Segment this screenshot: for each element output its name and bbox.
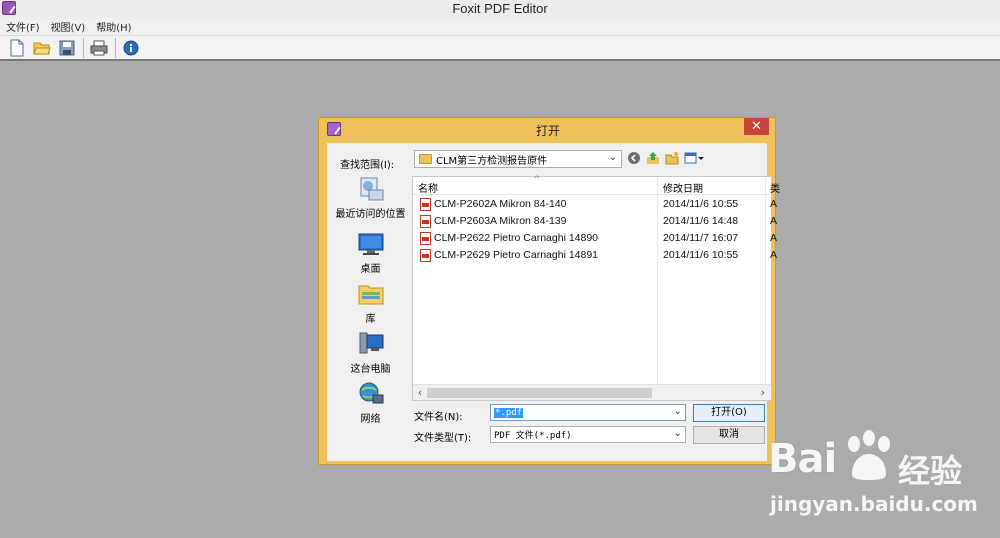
column-type-header[interactable]: 类 [770, 180, 780, 195]
file-row[interactable]: CLM-P2629 Pietro Carnaghi 14891 2014/11/… [413, 247, 777, 264]
print-button[interactable] [88, 37, 110, 59]
dialog-close-button[interactable]: ✕ [744, 118, 769, 135]
file-type: A [770, 249, 778, 261]
recent-places-icon [357, 176, 385, 202]
place-recent[interactable]: 最近访问的位置 [334, 176, 407, 220]
menu-view[interactable]: 视图(V) [51, 19, 86, 34]
watermark-url: jingyan.baidu.com [770, 492, 978, 516]
up-folder-button[interactable] [645, 150, 661, 166]
place-network[interactable]: 网络 [334, 381, 407, 425]
new-folder-icon [665, 152, 679, 165]
print-icon [90, 40, 108, 55]
open-button[interactable]: 打开(O) [693, 404, 765, 422]
network-icon [357, 381, 385, 407]
menu-help[interactable]: 帮助(H) [96, 19, 131, 34]
save-button[interactable] [56, 37, 78, 59]
file-name: CLM-P2602A Mikron 84-140 [434, 198, 567, 210]
open-file-dialog: 打开 ✕ 查找范围(I): CLM第三方检测报告原件 ⌄ 最近访问的位置 桌面 … [318, 117, 780, 465]
baidu-jingyan-watermark: Bai 经验 jingyan.baidu.com [768, 428, 990, 523]
info-button[interactable] [120, 37, 142, 59]
scroll-left-icon[interactable]: ‹ [414, 386, 426, 399]
watermark-brand-cn: 经验 [898, 452, 963, 490]
dialog-body: 查找范围(I): CLM第三方检测报告原件 ⌄ 最近访问的位置 桌面 库 这台电… [327, 143, 780, 461]
pdf-file-icon [420, 232, 431, 245]
lookin-label: 查找范围(I): [340, 160, 395, 171]
toolbar-separator [83, 37, 84, 58]
filename-label: 文件名(N): [414, 412, 463, 423]
pdf-file-icon [420, 198, 431, 211]
file-type: A [770, 232, 778, 244]
toolbar-separator [115, 37, 116, 58]
chevron-down-icon: ⌄ [608, 152, 617, 163]
pdf-file-icon [420, 215, 431, 228]
info-icon [123, 40, 139, 55]
place-this-pc[interactable]: 这台电脑 [334, 331, 407, 375]
up-folder-icon [647, 152, 659, 164]
menubar: 文件(F) 视图(V) 帮助(H) [0, 18, 1000, 35]
file-date: 2014/11/7 16:07 [663, 232, 739, 244]
column-header-row: ^ 名称 修改日期 类 [413, 175, 780, 195]
file-type: A [770, 215, 778, 227]
scrollbar-thumb[interactable] [427, 388, 652, 398]
filetype-dropdown[interactable]: PDF 文件(*.pdf) ⌄ [490, 426, 686, 443]
column-date-header[interactable]: 修改日期 [663, 180, 703, 195]
open-button[interactable] [31, 37, 53, 59]
dialog-title: 打开 [535, 124, 560, 138]
chevron-down-icon[interactable]: ⌄ [674, 406, 682, 417]
file-row[interactable]: CLM-P2602A Mikron 84-140 2014/11/6 10:55… [413, 196, 777, 213]
filetype-label: 文件类型(T): [414, 433, 472, 444]
menu-file[interactable]: 文件(F) [6, 19, 40, 34]
horizontal-scrollbar[interactable]: ‹ › [413, 384, 771, 400]
place-label: 最近访问的位置 [335, 209, 406, 220]
lookin-value: CLM第三方检测报告原件 [436, 155, 548, 167]
folder-icon [419, 154, 432, 164]
place-libraries[interactable]: 库 [334, 281, 407, 325]
file-name: CLM-P2603A Mikron 84-139 [434, 215, 567, 227]
chevron-down-icon: ⌄ [673, 428, 682, 439]
scroll-right-icon[interactable]: › [757, 386, 769, 399]
place-desktop[interactable]: 桌面 [334, 231, 407, 275]
place-label: 这台电脑 [350, 364, 391, 375]
place-label: 库 [365, 314, 376, 325]
file-row[interactable]: CLM-P2622 Pietro Carnaghi 14890 2014/11/… [413, 230, 777, 247]
libraries-icon [357, 281, 385, 307]
watermark-brand: Bai [768, 436, 837, 482]
back-button[interactable] [626, 150, 642, 166]
open-folder-icon [33, 42, 51, 54]
filetype-value: PDF 文件(*.pdf) [494, 431, 572, 441]
toolbar [0, 35, 1000, 61]
column-name-header[interactable]: 名称 [418, 180, 438, 195]
new-folder-button[interactable] [664, 150, 680, 166]
sort-ascending-icon: ^ [533, 175, 541, 185]
file-type: A [770, 198, 778, 210]
this-pc-icon [357, 331, 385, 357]
save-icon [59, 40, 75, 55]
filename-value: *.pdf [494, 407, 524, 418]
place-label: 网络 [360, 414, 381, 425]
cancel-button[interactable]: 取消 [693, 426, 765, 444]
file-list[interactable]: ^ 名称 修改日期 类 CLM-P2602A Mikron 84-140 201… [412, 175, 780, 401]
file-name: CLM-P2622 Pietro Carnaghi 14890 [434, 232, 599, 244]
new-document-icon [10, 39, 24, 56]
view-menu-button[interactable] [683, 150, 705, 166]
place-label: 桌面 [360, 264, 381, 275]
file-name: CLM-P2629 Pietro Carnaghi 14891 [434, 249, 599, 261]
filename-input[interactable]: *.pdf ⌄ [490, 404, 686, 421]
new-document-button[interactable] [6, 37, 28, 59]
file-date: 2014/11/6 14:48 [663, 215, 739, 227]
back-arrow-icon [628, 152, 640, 164]
file-date: 2014/11/6 10:55 [663, 198, 739, 210]
app-title: Foxit PDF Editor [452, 1, 548, 16]
app-titlebar: Foxit PDF Editor [0, 0, 1000, 18]
file-date: 2014/11/6 10:55 [663, 249, 739, 261]
file-row[interactable]: CLM-P2603A Mikron 84-139 2014/11/6 14:48… [413, 213, 777, 230]
pdf-file-icon [420, 249, 431, 262]
places-bar: 最近访问的位置 桌面 库 这台电脑 网络 [334, 176, 407, 451]
view-grid-icon [684, 152, 704, 164]
lookin-dropdown[interactable]: CLM第三方检测报告原件 ⌄ [414, 150, 622, 168]
baidu-paw-icon [848, 430, 890, 480]
desktop-icon [357, 231, 385, 257]
